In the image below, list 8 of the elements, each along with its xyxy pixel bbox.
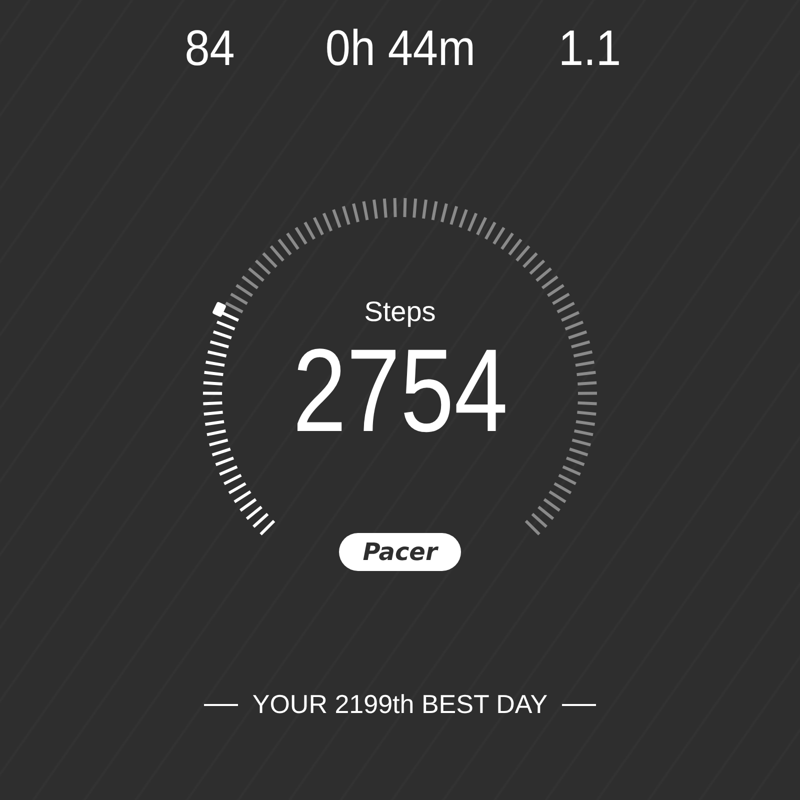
- stat-value: 1.1: [558, 19, 622, 78]
- stat-value: 84: [184, 19, 236, 78]
- best-day-text: YOUR 2199th BEST DAY: [252, 689, 548, 720]
- gauge-marker: [212, 301, 227, 318]
- steps-value: 2754: [292, 333, 508, 449]
- stat-value: 0h 44m: [324, 19, 476, 78]
- steps-label: Steps: [364, 295, 436, 329]
- logo-badge: Pacer: [339, 533, 461, 571]
